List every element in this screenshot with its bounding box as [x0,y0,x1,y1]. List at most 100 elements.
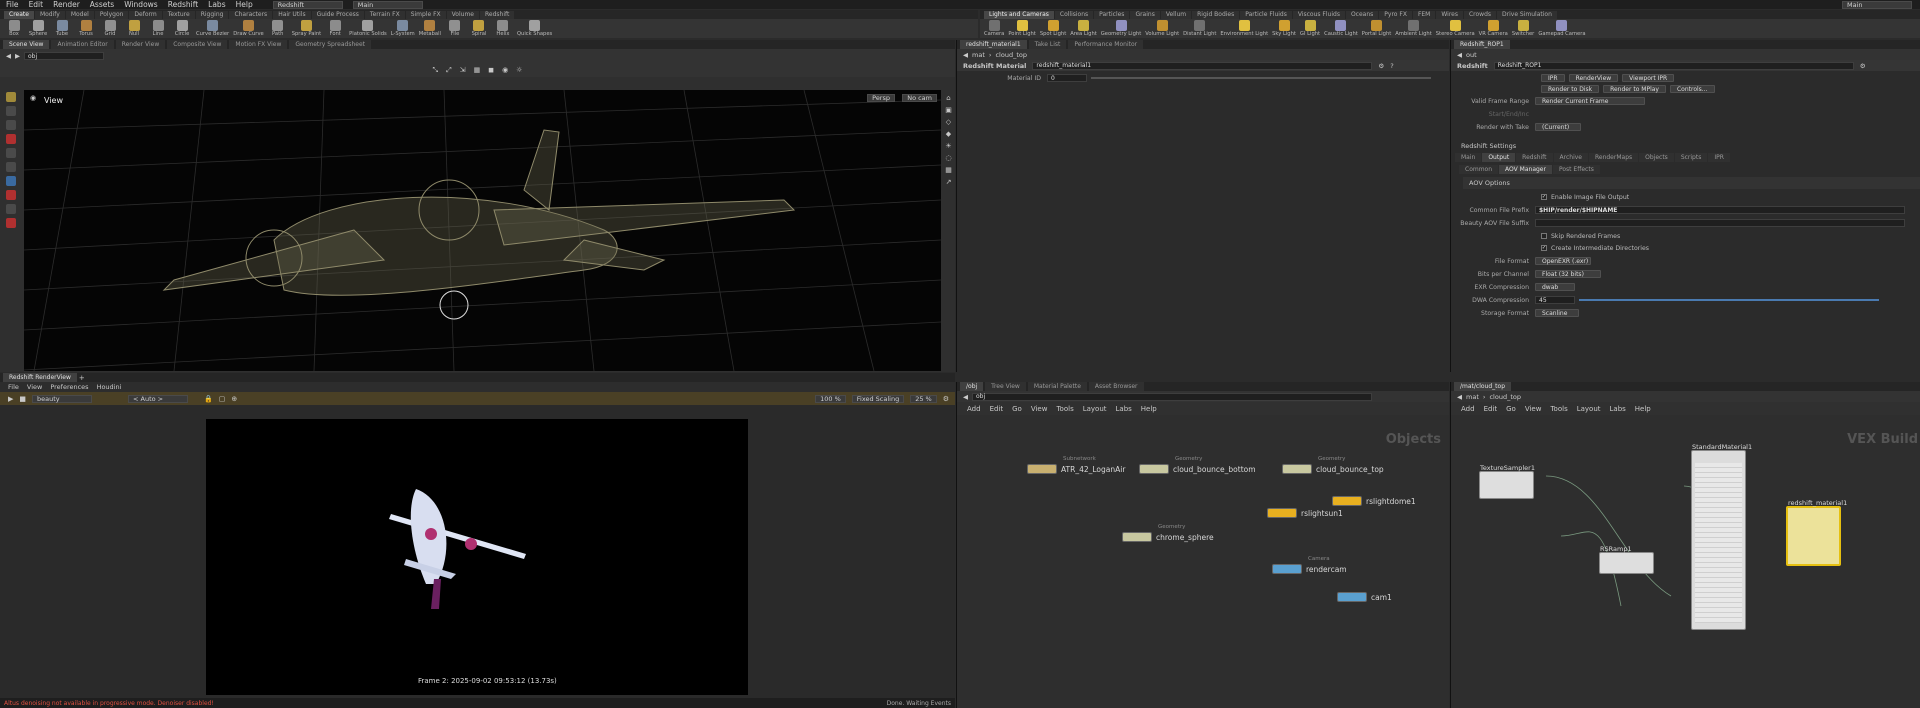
tab-scripts[interactable]: Scripts [1674,153,1708,162]
menu-add[interactable]: Add [1461,405,1475,413]
tool-grid[interactable]: Grid [100,20,120,37]
viewport-ipr-button[interactable]: Viewport IPR [1622,74,1675,82]
tool-platonic-solids[interactable]: Platonic Solids [349,20,387,37]
tab-obj[interactable]: /obj [960,382,984,391]
back-icon[interactable]: ◀ [1457,51,1462,59]
snap-tool-icon[interactable] [6,190,16,200]
auto-select[interactable]: < Auto > [128,394,189,403]
menu-tools[interactable]: Tools [1550,405,1567,413]
move-icon[interactable]: ⤢ [446,66,452,75]
tab-crowds[interactable]: Crowds [1463,10,1497,19]
tool-quick-shapes[interactable]: Quick Shapes [517,20,552,37]
transform-tool-icon[interactable] [6,134,16,144]
menu-tools[interactable]: Tools [1056,405,1073,413]
tab-performance[interactable]: Performance Monitor [1068,40,1144,49]
tool-camera[interactable]: Camera [984,20,1004,37]
menu-edit[interactable]: Edit [1484,405,1498,413]
tab-vellum[interactable]: Vellum [1160,10,1192,19]
back-icon[interactable]: ◀ [1457,393,1462,401]
format-select[interactable]: OpenEXR (.exr) [1535,257,1591,265]
scale-icon[interactable]: ⇲ [460,66,466,74]
settings-icon[interactable]: ⚙ [943,395,949,403]
camera-icon[interactable]: ◉ [502,66,508,74]
menu-redshift[interactable]: Redshift [168,0,198,9]
tab-guide-process[interactable]: Guide Process [311,10,364,19]
tool-caustic-light[interactable]: Caustic Light [1324,20,1358,37]
tab-output[interactable]: Output [1482,153,1516,162]
tab-redshift[interactable]: Redshift [1516,153,1553,162]
tab-lights-and-cameras[interactable]: Lights and Cameras [984,10,1054,19]
wire-icon[interactable]: ◇ [946,118,951,126]
render-icon[interactable]: ▶ [8,395,13,403]
node-cam1[interactable]: cam1 [1337,592,1392,602]
tab-redshift-material[interactable]: redshift_material1 [960,40,1027,49]
tab-redshift-renderview[interactable]: Redshift RenderView [3,373,77,382]
tab-simple-fx[interactable]: Simple FX [405,10,446,19]
renderview-button[interactable]: RenderView [1568,74,1619,82]
tab-animation-editor[interactable]: Animation Editor [51,40,114,49]
tool-metaball[interactable]: Metaball [419,20,441,37]
node-rendercam[interactable]: rendercam Camera [1272,556,1347,574]
back-icon[interactable]: ◀ [963,393,968,401]
tool-curve-bezier[interactable]: Curve Bezier [196,20,229,37]
light-toggle-icon[interactable]: ☀ [945,142,951,150]
tab-characters[interactable]: Characters [229,10,273,19]
tab-deform[interactable]: Deform [129,10,162,19]
select-icon[interactable]: ⤡ [433,66,439,75]
take-select[interactable]: (Current) [1535,123,1581,131]
tool-tube[interactable]: Tube [52,20,72,37]
node-cloud-bounce-top[interactable]: cloud_bounce_top Geometry [1282,456,1384,474]
controls-button[interactable]: Controls... [1669,85,1715,93]
tool-geometry-light[interactable]: Geometry Light [1101,20,1141,37]
tab-particle-fluids[interactable]: Particle Fluids [1240,10,1292,19]
tool-point-light[interactable]: Point Light [1008,20,1036,37]
node-cloud-bounce-bottom[interactable]: cloud_bounce_bottom Geometry [1139,456,1256,474]
tab-model[interactable]: Model [65,10,94,19]
tool-helix[interactable]: Helix [493,20,513,37]
storage-select[interactable]: Scanline [1535,309,1579,317]
right-context-select[interactable]: Main [1842,0,1912,9]
tool-spot-light[interactable]: Spot Light [1040,20,1066,37]
tool-torus[interactable]: Torus [76,20,96,37]
add-tab-icon[interactable]: + [79,374,85,382]
material-id-field[interactable]: 0 [1047,74,1087,82]
menu-layout[interactable]: Layout [1083,405,1107,413]
dwa-field[interactable]: 45 [1535,296,1575,304]
rv-menu-file[interactable]: File [8,383,19,391]
rv-menu-preferences[interactable]: Preferences [50,383,88,391]
tab-create[interactable]: Create [4,10,34,19]
lock-view-icon[interactable]: ▣ [945,106,952,114]
menu-windows[interactable]: Windows [124,0,157,9]
obj-network-canvas[interactable]: ATR_42_LoganAir Subnetwork cloud_bounce_bo… [957,446,1449,708]
menu-file[interactable]: File [6,0,19,9]
tab-viscous-fluids[interactable]: Viscous Fluids [1292,10,1345,19]
tab-redshift-rop[interactable]: Redshift_ROP1 [1454,40,1510,49]
camera-menu-icon[interactable]: ◉ [30,94,36,102]
tab-collisions[interactable]: Collisions [1054,10,1094,19]
tab-render-view[interactable]: Render View [115,40,166,49]
light-icon[interactable]: ☼ [516,66,522,74]
tab-post-effects[interactable]: Post Effects [1552,165,1600,174]
scale-pct-select[interactable]: 25 % [910,394,937,403]
tool-volume-light[interactable]: Volume Light [1145,20,1179,37]
menu-layout[interactable]: Layout [1577,405,1601,413]
menu-help[interactable]: Help [1141,405,1157,413]
tool-file[interactable]: File [445,20,465,37]
pointer-tool-icon[interactable] [6,92,16,102]
tab-geometry-spreadsheet[interactable]: Geometry Spreadsheet [289,40,371,49]
menu-go[interactable]: Go [1012,405,1022,413]
mat-path-a[interactable]: mat [1466,393,1479,401]
menu-go[interactable]: Go [1506,405,1516,413]
tab-terrain-fx[interactable]: Terrain FX [364,10,405,19]
mat-network-canvas[interactable]: TextureSampler1 StandardMaterial1 RSRamp… [1451,443,1920,708]
tool-area-light[interactable]: Area Light [1070,20,1097,37]
zoom-select[interactable]: 100 % [815,394,846,403]
tab-texture[interactable]: Texture [162,10,195,19]
tool-path[interactable]: Path [268,20,288,37]
path-cloud-top[interactable]: cloud_top [995,51,1027,59]
scaling-select[interactable]: Fixed Scaling [851,394,905,403]
skip-checkbox[interactable] [1541,233,1547,239]
tab-scene-view[interactable]: Scene View [3,40,50,49]
menu-edit[interactable]: Edit [990,405,1004,413]
render-image[interactable]: Frame 2: 2025-09-02 09:53:12 (13.73s) [206,419,748,695]
